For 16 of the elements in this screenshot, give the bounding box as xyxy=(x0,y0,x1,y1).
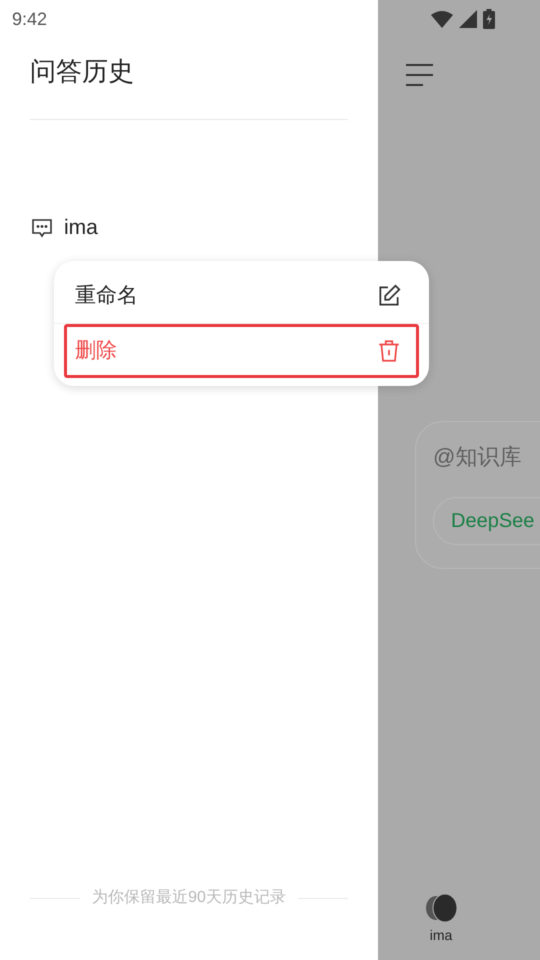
status-time: 9:42 xyxy=(12,8,48,30)
chat-bubble-icon xyxy=(30,216,54,240)
nav-label: ima xyxy=(430,926,452,945)
drawer-title: 问答历史 xyxy=(30,55,135,88)
menu-icon[interactable] xyxy=(406,64,433,86)
input-placeholder: @知识库 xyxy=(433,443,522,471)
logo-icon[interactable] xyxy=(424,893,458,923)
retention-note: 为你保留最近90天历史记录 xyxy=(92,888,286,908)
menu-item[interactable]: 删除 xyxy=(64,324,419,378)
chat-input-card[interactable]: @知识库 DeepSee xyxy=(415,421,540,569)
model-chip[interactable]: DeepSee xyxy=(433,497,540,545)
menu-item[interactable]: 重命名 xyxy=(64,269,419,323)
signal-icon xyxy=(459,10,477,28)
conversation-item[interactable]: ima xyxy=(30,210,348,246)
battery-icon xyxy=(483,9,495,29)
wifi-icon xyxy=(431,10,453,28)
